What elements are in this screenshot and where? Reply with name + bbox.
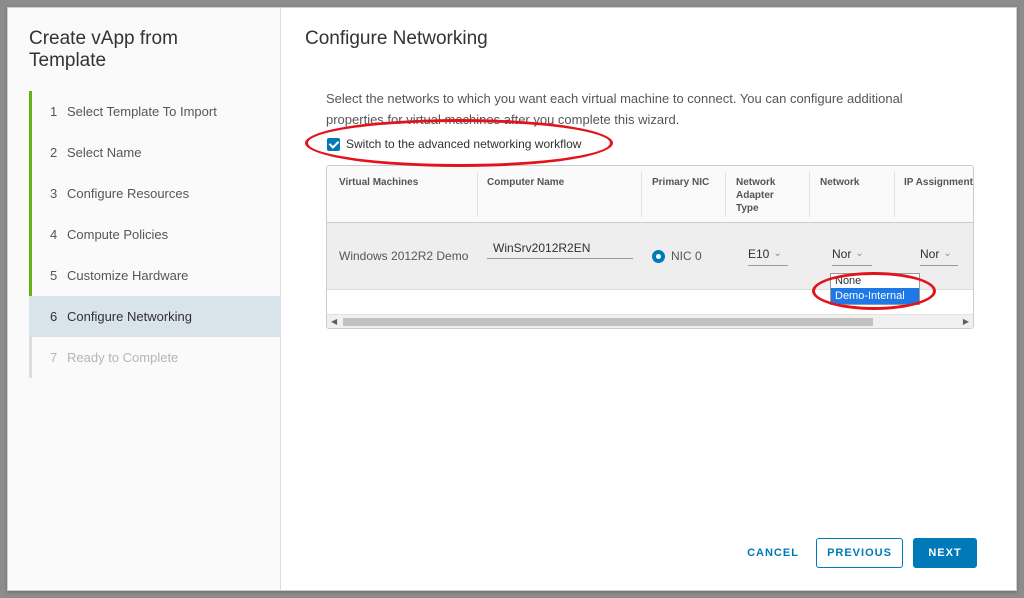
horizontal-scrollbar[interactable]: ◀ ▶ [327, 314, 973, 328]
vm-name-cell: Windows 2012R2 Demo [339, 249, 469, 263]
network-dropdown-list: None Demo-Internal [830, 273, 920, 305]
column-separator [477, 172, 478, 217]
chevron-down-icon: ⌄ [855, 248, 864, 259]
primary-nic-label: NIC 0 [671, 249, 702, 263]
step-rail [29, 91, 32, 132]
chevron-down-icon: ⌄ [773, 248, 782, 259]
ip-assignment-select[interactable]: Nor ⌄ [920, 242, 958, 266]
network-value: Nor [832, 246, 852, 261]
grid-header: Virtual Machines Computer Name Primary N… [327, 166, 973, 223]
column-separator [809, 172, 810, 217]
column-header-ip-assignment[interactable]: IP Assignment [904, 176, 973, 189]
adapter-type-value: E10 [748, 246, 770, 261]
step-number: 3 [50, 186, 58, 201]
step-label: Configure Resources [67, 186, 190, 201]
cancel-button[interactable]: CANCEL [740, 538, 806, 568]
step-number: 6 [50, 309, 58, 324]
column-separator [894, 172, 895, 217]
step-label: Select Template To Import [67, 104, 217, 119]
network-option-none[interactable]: None [831, 274, 919, 288]
intro-text: Select the networks to which you want ea… [326, 91, 903, 127]
step-label: Compute Policies [67, 227, 169, 242]
column-separator [725, 172, 726, 217]
ip-assignment-value: Nor [920, 246, 940, 261]
step-number: 1 [50, 104, 58, 119]
primary-nic-radio[interactable] [652, 250, 665, 263]
step-number: 4 [50, 227, 58, 242]
chevron-down-icon: ⌄ [943, 248, 952, 259]
step-label: Configure Networking [67, 309, 193, 324]
step-rail [29, 132, 32, 173]
wizard-step-select-template[interactable]: 1 Select Template To Import [29, 91, 281, 132]
scroll-right-icon[interactable]: ▶ [963, 317, 969, 326]
step-rail [29, 214, 32, 255]
column-header-network[interactable]: Network [820, 176, 890, 189]
create-vapp-dialog: Create vApp from Template 1 Select Templ… [7, 7, 1017, 591]
advanced-networking-checkbox-row[interactable]: Switch to the advanced networking workfl… [327, 135, 581, 153]
computer-name-input[interactable] [487, 237, 633, 259]
adapter-type-select[interactable]: E10 ⌄ [748, 242, 788, 266]
step-rail [29, 337, 32, 378]
advanced-networking-checkbox[interactable] [327, 137, 340, 151]
wizard-steps: 1 Select Template To Import 2 Select Nam… [29, 91, 281, 378]
next-button[interactable]: NEXT [913, 538, 977, 568]
step-label: Ready to Complete [67, 350, 179, 365]
network-option-demo-internal[interactable]: Demo-Internal [831, 288, 919, 304]
column-header-computer-name[interactable]: Computer Name [487, 176, 637, 189]
previous-button[interactable]: PREVIOUS [816, 538, 903, 568]
advanced-networking-label: Switch to the advanced networking workfl… [346, 137, 582, 151]
step-rail [29, 173, 32, 214]
scroll-left-icon[interactable]: ◀ [331, 317, 337, 326]
step-label: Customize Hardware [67, 268, 189, 283]
wizard-step-configure-networking[interactable]: 6 Configure Networking [29, 296, 281, 337]
scrollbar-thumb[interactable] [343, 318, 873, 326]
column-header-network-adapter-type[interactable]: Network Adapter Type [736, 176, 798, 215]
step-number: 5 [50, 268, 58, 283]
step-number: 7 [50, 350, 58, 365]
column-header-primary-nic[interactable]: Primary NIC [652, 176, 722, 189]
network-select[interactable]: Nor ⌄ [832, 242, 872, 266]
page-title: Configure Networking [305, 28, 488, 49]
column-separator [641, 172, 642, 217]
wizard-title: Create vApp from Template [29, 28, 178, 71]
wizard-sidebar: Create vApp from Template 1 Select Templ… [8, 8, 281, 590]
wizard-step-compute-policies[interactable]: 4 Compute Policies [29, 214, 281, 255]
step-number: 2 [50, 145, 58, 160]
step-rail [29, 255, 32, 296]
step-label: Select Name [67, 145, 142, 160]
wizard-step-ready-to-complete: 7 Ready to Complete [29, 337, 281, 378]
wizard-step-configure-resources[interactable]: 3 Configure Resources [29, 173, 281, 214]
wizard-step-customize-hardware[interactable]: 5 Customize Hardware [29, 255, 281, 296]
wizard-step-select-name[interactable]: 2 Select Name [29, 132, 281, 173]
column-header-virtual-machines[interactable]: Virtual Machines [339, 176, 469, 189]
